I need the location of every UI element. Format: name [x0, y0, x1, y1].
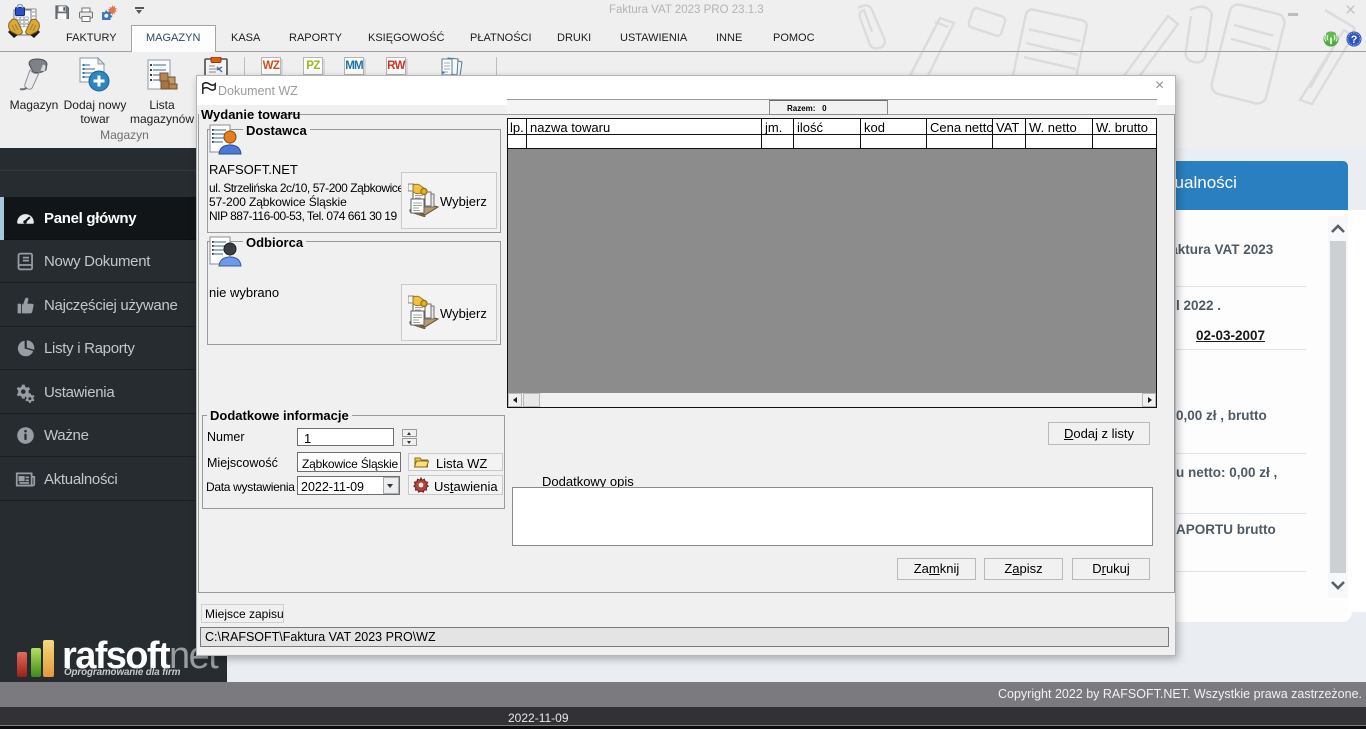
svg-text:?: ? [1351, 34, 1358, 46]
